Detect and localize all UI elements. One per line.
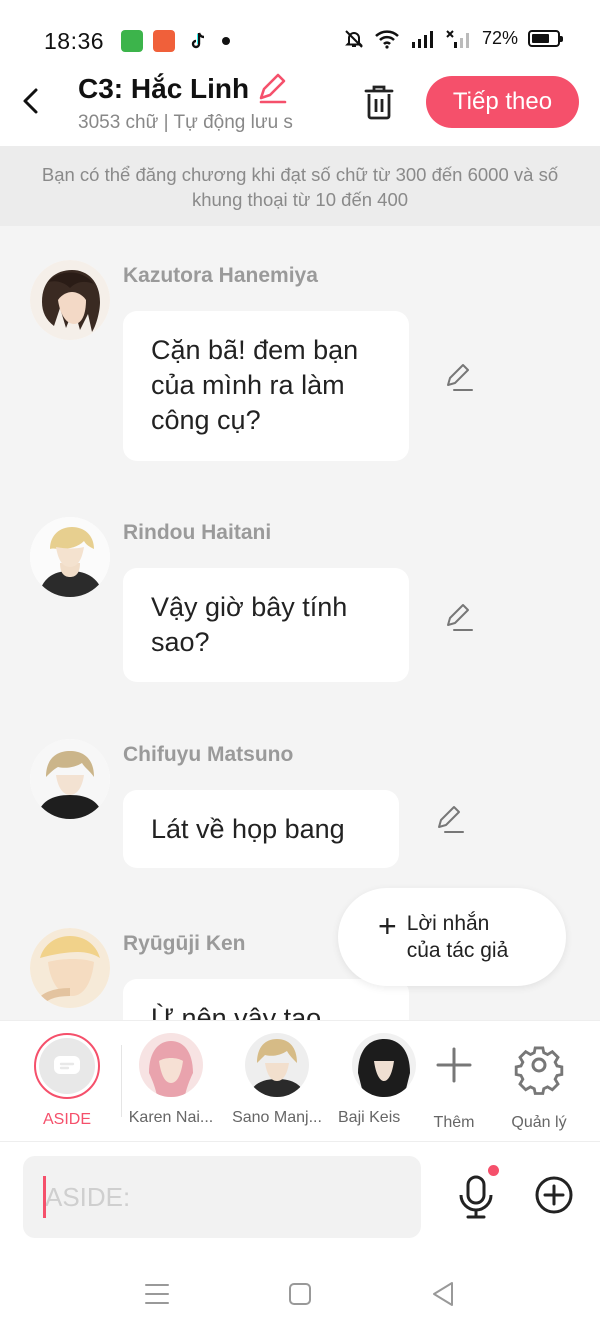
plus-icon: + (378, 907, 397, 944)
pencil-icon[interactable] (255, 72, 291, 106)
dialogue-line: Vậy giờ bây tính (151, 592, 348, 622)
signal-off-icon (446, 29, 469, 48)
plus-icon (436, 1047, 472, 1083)
character-baji[interactable]: Baji Keis (338, 1033, 416, 1127)
edit-icon[interactable] (444, 363, 474, 393)
character-name: Chifuyu Matsuno (123, 743, 294, 766)
back-nav-icon[interactable] (428, 1279, 458, 1309)
mic-icon[interactable] (456, 1173, 496, 1221)
chapter-subtitle: 3053 chữ | Tự động lưu s (78, 112, 293, 133)
character-name: Kazutora Hanemiya (123, 264, 318, 287)
chat-bubble-icon (54, 1056, 80, 1074)
dialogue-line: Ừ nên vậy tao (151, 1003, 322, 1020)
dialogue-bubble[interactable]: Vậy giờ bây tính sao? (123, 568, 409, 682)
dialogue-bubble[interactable]: Ừ nên vậy tao (123, 979, 409, 1020)
avatar[interactable] (30, 517, 110, 597)
input-bar (0, 1143, 600, 1255)
system-nav-bar (0, 1255, 600, 1333)
dialogue-bubble[interactable]: Lát về họp bang (123, 790, 399, 868)
manage-characters-button[interactable]: Quản lý (494, 1033, 584, 1132)
wifi-icon (375, 29, 399, 49)
battery-icon (528, 30, 563, 47)
character-karen[interactable]: Karen Nai... (126, 1033, 216, 1127)
character-label: Quản lý (511, 1114, 567, 1131)
status-bar: 18:36 72% (0, 0, 600, 70)
avatar[interactable] (30, 260, 110, 340)
mute-bell-icon (345, 29, 363, 48)
divider (121, 1045, 122, 1117)
add-character-button[interactable]: Thêm (409, 1033, 499, 1132)
character-label: Thêm (433, 1114, 475, 1131)
character-aside[interactable]: ASIDE (22, 1033, 112, 1129)
dialogue-line: của mình ra làm (151, 370, 345, 400)
app-notification-icon (121, 30, 143, 52)
menu-icon[interactable] (142, 1279, 172, 1309)
app-notification-icon (153, 30, 175, 52)
character-label: ASIDE (42, 1111, 91, 1128)
character-sano[interactable]: Sano Manj... (232, 1033, 322, 1127)
avatar[interactable] (30, 739, 110, 819)
publish-notice: Bạn có thể đăng chương khi đạt số chữ từ… (0, 146, 600, 226)
chapter-info: C3: Hắc Linh 3053 chữ | Tự động lưu s (78, 72, 330, 134)
character-label: Sano Manj... (232, 1109, 322, 1126)
status-icons: 72% (344, 28, 563, 49)
dialogue-line: công cụ? (151, 405, 261, 435)
dialogue-input[interactable] (23, 1156, 421, 1238)
character-label: Baji Keis (338, 1109, 401, 1126)
signal-icon (411, 30, 433, 48)
trash-icon[interactable] (360, 82, 398, 122)
avatar[interactable] (30, 928, 110, 1008)
back-icon[interactable] (16, 84, 46, 118)
dialogue-line: Cặn bã! đem bạn (151, 335, 359, 365)
aside-avatar (34, 1033, 100, 1099)
character-name: Ryūgūji Ken (123, 932, 246, 955)
dialogue-line: sao? (151, 627, 210, 657)
dialogue-line: Lát về họp bang (151, 814, 345, 844)
character-bar: ASIDE Karen Nai... Sano Manj... Baji Kei… (0, 1020, 600, 1142)
character-label: Karen Nai... (128, 1109, 214, 1126)
chapter-title: C3: Hắc Linh (78, 73, 250, 104)
avatar (245, 1033, 309, 1097)
battery-percent: 72% (481, 28, 518, 48)
character-name: Rindou Haitani (123, 521, 272, 544)
avatar (139, 1033, 203, 1097)
settings-icon (514, 1046, 564, 1095)
author-note-label: của tác giả (406, 939, 509, 962)
home-icon[interactable] (285, 1279, 315, 1309)
text-caret (43, 1176, 46, 1218)
edit-icon[interactable] (435, 805, 465, 835)
next-button[interactable]: Tiếp theo (426, 76, 579, 128)
dialogue-bubble[interactable]: Cặn bã! đem bạn của mình ra làm công cụ? (123, 311, 409, 461)
editor-header: C3: Hắc Linh 3053 chữ | Tự động lưu s Ti… (0, 70, 600, 146)
battery-fill (532, 34, 549, 43)
avatar (352, 1033, 416, 1097)
add-circle-icon[interactable] (534, 1175, 574, 1215)
edit-icon[interactable] (444, 603, 474, 633)
author-note-button[interactable]: + Lời nhắn của tác giả (338, 888, 566, 986)
notification-dot (222, 37, 230, 45)
tiktok-icon (187, 30, 209, 52)
dialogue-list[interactable]: Kazutora Hanemiya Cặn bã! đem bạn của mì… (0, 226, 600, 1020)
status-time: 18:36 (44, 28, 105, 54)
notification-dot (488, 1165, 499, 1176)
author-note-label: Lời nhắn (406, 912, 490, 935)
